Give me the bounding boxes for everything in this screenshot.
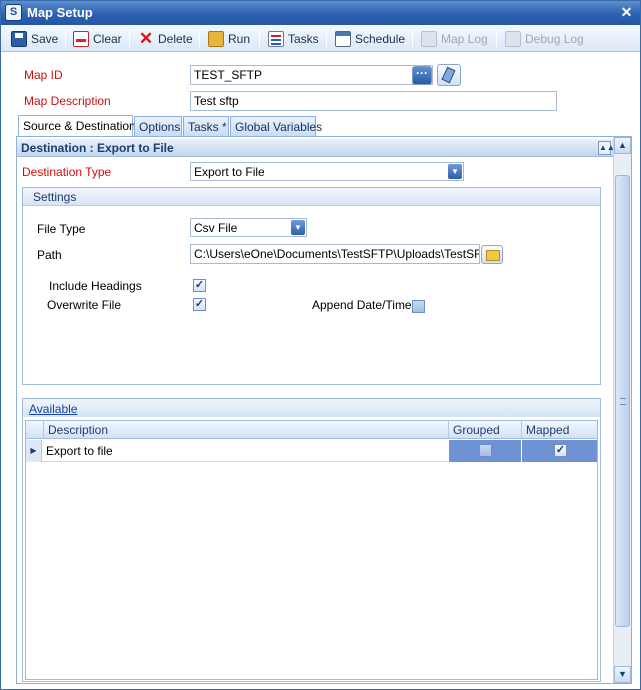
clear-button[interactable]: Clear bbox=[73, 28, 122, 49]
close-icon[interactable]: ✕ bbox=[618, 4, 635, 21]
row-description[interactable]: Export to file bbox=[43, 440, 447, 462]
mapped-cell[interactable]: ✓ bbox=[521, 440, 597, 462]
delete-icon: ✕ bbox=[138, 28, 154, 48]
toolbar-separator bbox=[412, 30, 413, 48]
grouped-checkbox[interactable] bbox=[479, 444, 492, 457]
scroll-up-icon[interactable]: ▲ bbox=[614, 137, 631, 154]
title-bar: S Map Setup ✕ bbox=[1, 1, 640, 25]
map-setup-window: S Map Setup ✕ Save Clear ✕ Delete Run Ta… bbox=[0, 0, 641, 690]
vertical-scrollbar[interactable]: ▲ ▼ bbox=[613, 137, 631, 683]
map-description-field[interactable]: Test sftp bbox=[190, 91, 557, 111]
row-indicator-header bbox=[26, 421, 43, 439]
tab-source-destination[interactable]: Source & Destination bbox=[18, 115, 136, 136]
table-row[interactable]: ▶ Export to file ✓ bbox=[26, 440, 597, 462]
map-description-label: Map Description bbox=[24, 94, 111, 108]
save-button[interactable]: Save bbox=[11, 28, 58, 49]
tasks-button[interactable]: Tasks bbox=[268, 28, 319, 49]
edit-map-button[interactable] bbox=[437, 64, 461, 86]
overwrite-file-checkbox[interactable]: ✓ bbox=[193, 298, 206, 311]
schedule-icon bbox=[335, 30, 351, 47]
tasks-label: Tasks bbox=[288, 31, 319, 46]
append-datetime-label: Append Date/Time bbox=[312, 298, 412, 312]
mapped-checkbox[interactable]: ✓ bbox=[554, 444, 567, 457]
column-description[interactable]: Description bbox=[43, 421, 448, 439]
map-log-icon bbox=[421, 30, 437, 47]
debug-log-button[interactable]: Debug Log bbox=[505, 28, 584, 49]
save-icon bbox=[11, 30, 27, 47]
grid-header-row: Description Grouped Mapped bbox=[26, 421, 597, 439]
tab-global-variables[interactable]: Global Variables bbox=[230, 116, 322, 136]
settings-header: Settings bbox=[23, 188, 600, 206]
map-log-button[interactable]: Map Log bbox=[421, 28, 488, 49]
run-icon bbox=[208, 30, 224, 47]
path-field[interactable]: C:\Users\eOne\Documents\TestSFTP\Uploads… bbox=[190, 244, 480, 264]
grouped-cell[interactable] bbox=[448, 440, 521, 462]
map-log-label: Map Log bbox=[441, 31, 488, 46]
grip-icon bbox=[620, 398, 626, 405]
collapse-icon[interactable]: ▲▲ bbox=[598, 141, 615, 155]
file-type-select[interactable]: Csv File ▼ bbox=[190, 218, 307, 237]
file-type-label: File Type bbox=[37, 222, 86, 236]
toolbar-separator bbox=[259, 30, 260, 48]
clear-icon bbox=[73, 30, 89, 47]
toolbar: Save Clear ✕ Delete Run Tasks Schedule M… bbox=[1, 25, 640, 52]
destination-type-select[interactable]: Export to File ▼ bbox=[190, 162, 464, 181]
column-mapped[interactable]: Mapped bbox=[521, 421, 597, 439]
include-headings-checkbox[interactable]: ✓ bbox=[193, 279, 206, 292]
destination-type-label: Destination Type bbox=[22, 165, 112, 179]
toolbar-separator bbox=[129, 30, 130, 48]
clear-label: Clear bbox=[93, 31, 122, 46]
map-id-label: Map ID bbox=[24, 68, 63, 82]
run-label: Run bbox=[228, 31, 251, 46]
scroll-thumb[interactable] bbox=[615, 175, 630, 627]
row-pointer-icon: ▶ bbox=[26, 440, 42, 462]
path-label: Path bbox=[37, 248, 62, 262]
schedule-button[interactable]: Schedule bbox=[335, 28, 405, 49]
chevron-down-icon[interactable]: ▼ bbox=[448, 164, 462, 179]
delete-button[interactable]: ✕ Delete bbox=[138, 28, 193, 49]
pencil-icon bbox=[441, 66, 456, 84]
available-header: Available bbox=[23, 399, 600, 417]
schedule-label: Schedule bbox=[355, 31, 406, 46]
lookup-dots-button[interactable]: ··· bbox=[412, 66, 432, 85]
tab-tasks[interactable]: Tasks * bbox=[183, 116, 229, 136]
toolbar-separator bbox=[496, 30, 497, 48]
destination-header: Destination : Export to File bbox=[17, 139, 613, 157]
scroll-down-icon[interactable]: ▼ bbox=[614, 666, 631, 683]
column-grouped[interactable]: Grouped bbox=[448, 421, 521, 439]
file-type-value: Csv File bbox=[194, 221, 238, 235]
debug-log-label: Debug Log bbox=[525, 31, 584, 46]
debug-log-icon bbox=[505, 30, 521, 47]
destination-type-value: Export to File bbox=[194, 165, 265, 179]
available-link[interactable]: Available bbox=[29, 402, 77, 416]
window-title: Map Setup bbox=[27, 5, 93, 20]
toolbar-separator bbox=[65, 30, 66, 48]
available-grid: Description Grouped Mapped ▶ Export to f… bbox=[25, 420, 598, 680]
append-datetime-checkbox[interactable] bbox=[412, 300, 425, 313]
delete-label: Delete bbox=[158, 31, 193, 46]
save-label: Save bbox=[31, 31, 59, 46]
toolbar-separator bbox=[199, 30, 200, 48]
tasks-icon bbox=[268, 30, 284, 47]
toolbar-separator bbox=[326, 30, 327, 48]
chevron-down-icon[interactable]: ▼ bbox=[291, 220, 305, 235]
include-headings-label: Include Headings bbox=[49, 279, 142, 293]
run-button[interactable]: Run bbox=[208, 28, 250, 49]
app-icon: S bbox=[5, 4, 22, 21]
tab-options[interactable]: Options bbox=[134, 116, 182, 136]
overwrite-file-label: Overwrite File bbox=[47, 298, 122, 312]
folder-browse-icon[interactable] bbox=[481, 245, 503, 264]
map-id-field[interactable]: TEST_SFTP bbox=[190, 65, 433, 85]
